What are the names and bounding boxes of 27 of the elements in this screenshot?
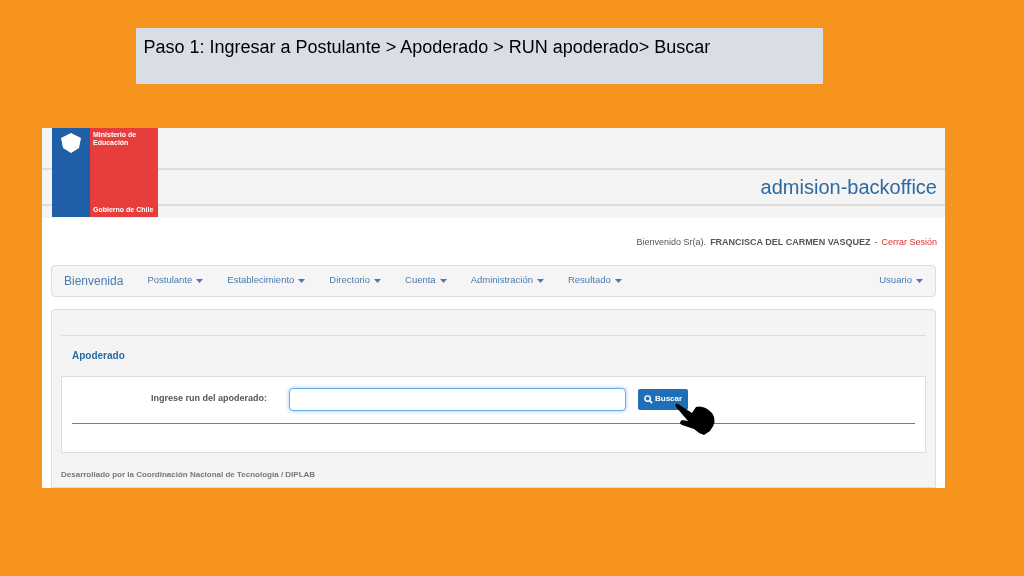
nav-menu[interactable]: Resultado — [567, 273, 622, 288]
nav-menu[interactable]: Directorio — [329, 273, 381, 288]
brand-link[interactable]: Bienvenida — [64, 271, 124, 290]
caret-icon — [916, 278, 923, 283]
nav-menu[interactable]: Administración — [470, 273, 544, 288]
caret-icon — [439, 278, 447, 283]
caret-icon — [374, 278, 381, 283]
footer-text: Desarrollado por la Coordinación Nacional de Tecnología / DIPLAB — [61, 468, 317, 481]
caret-icon — [298, 278, 306, 283]
nav-menu[interactable]: Cuenta — [405, 273, 447, 288]
separator: - — [874, 236, 878, 249]
caret-icon — [614, 278, 622, 283]
search-icon — [644, 394, 653, 404]
caption: Paso 1: Ingresar a Postulante > Apoderado > RUN apoderado> Buscar — [135, 28, 823, 84]
search-button[interactable]: Buscar — [638, 388, 689, 410]
app-title: admision-backoffice — [760, 175, 937, 200]
nav-menu[interactable]: Establecimiento — [227, 273, 306, 288]
panel-title: Apoderado — [71, 348, 126, 363]
field-label: Ingrese run del apoderado: — [149, 392, 267, 406]
run-input-field[interactable] — [289, 387, 626, 411]
caret-icon — [196, 278, 204, 283]
user-name: FRANCISCA DEL CARMEN VASQUEZ — [710, 236, 871, 249]
nav-menu[interactable]: Postulante — [147, 273, 204, 288]
logout-link[interactable]: Cerrar Sesión — [881, 236, 937, 250]
welcome-text: Bienvenido Sr(a). — [636, 236, 707, 249]
user-menu[interactable]: Usuario — [879, 273, 923, 288]
caret-icon — [536, 278, 544, 283]
